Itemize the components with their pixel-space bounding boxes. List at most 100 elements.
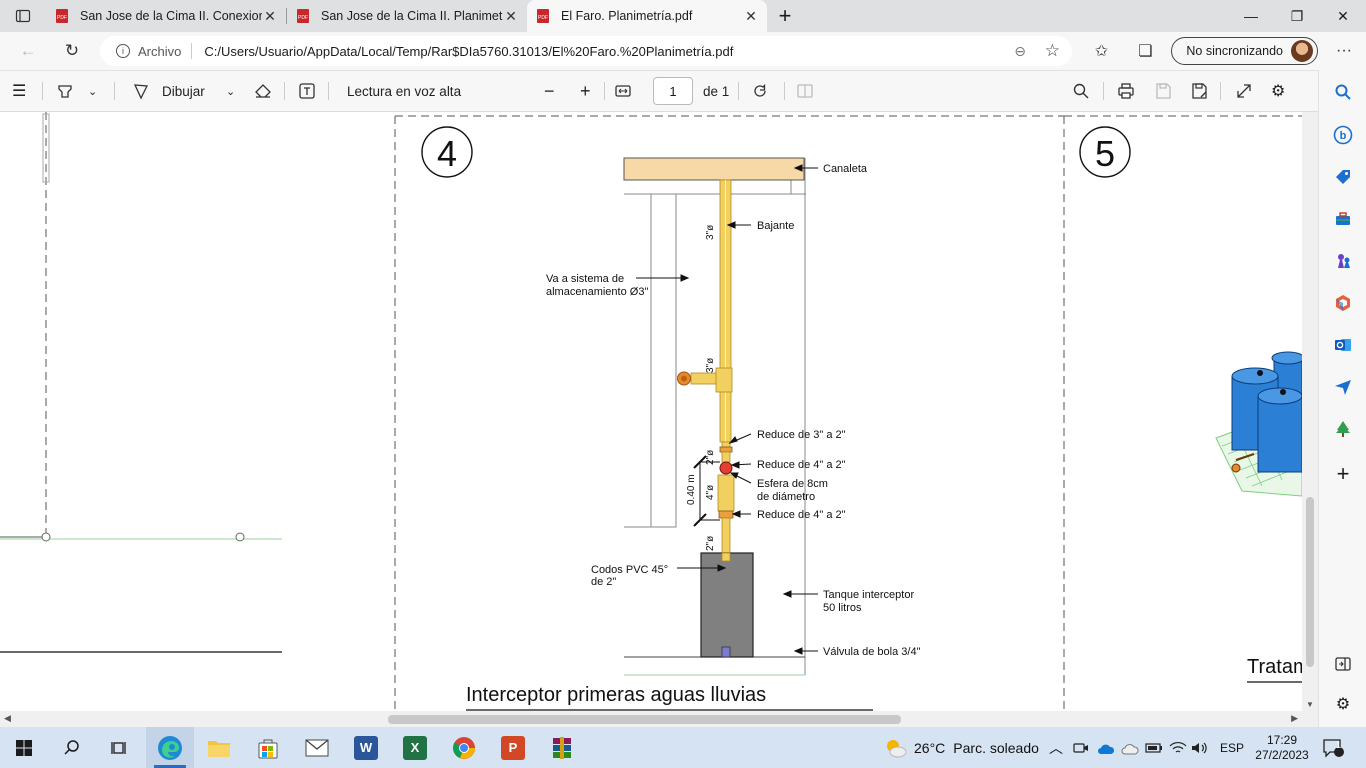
- taskbar-mail[interactable]: [293, 727, 341, 768]
- vertical-scroll-thumb[interactable]: [1306, 497, 1314, 667]
- collections-icon[interactable]: ❏: [1123, 32, 1167, 70]
- draw-options-button[interactable]: ⌄: [226, 71, 235, 111]
- notification-center-button[interactable]: 1: [1322, 727, 1344, 768]
- pdf-settings-button[interactable]: ⚙: [1271, 71, 1285, 111]
- tray-wifi[interactable]: [1169, 727, 1187, 768]
- weather-widget[interactable]: 26°C Parc. soleado: [884, 727, 1039, 768]
- scroll-down-icon[interactable]: ▼: [1306, 700, 1314, 709]
- tray-volume[interactable]: [1191, 727, 1209, 768]
- address-bar: ← ↻ i Archivo C:/Users/Usuario/AppData/L…: [0, 32, 1366, 70]
- vertical-scrollbar[interactable]: ▼: [1302, 112, 1318, 711]
- tray-battery[interactable]: [1145, 727, 1163, 768]
- add-text-button[interactable]: [298, 71, 316, 111]
- sidebar-tree-button[interactable]: [1331, 417, 1355, 441]
- pdf-document-view[interactable]: 4 5 Canaleta Bajante Va a sistema de alm…: [0, 112, 1302, 711]
- taskbar-search-button[interactable]: [48, 727, 96, 768]
- taskbar-edge[interactable]: [146, 727, 194, 768]
- fit-page-button[interactable]: [614, 71, 632, 111]
- tray-onedrive[interactable]: [1097, 727, 1115, 768]
- task-view-button[interactable]: [96, 727, 144, 768]
- taskbar-excel[interactable]: X: [391, 727, 439, 768]
- refresh-icon: ↻: [64, 41, 80, 60]
- sidebar-games-button[interactable]: [1331, 249, 1355, 273]
- sidebar-bing-button[interactable]: b: [1331, 123, 1355, 147]
- minimize-button[interactable]: —: [1228, 0, 1274, 32]
- taskbar-chrome[interactable]: [440, 727, 488, 768]
- page-number-input[interactable]: 1: [653, 77, 693, 105]
- back-button[interactable]: ←: [8, 32, 48, 70]
- profile-sync-button[interactable]: No sincronizando: [1171, 37, 1318, 65]
- add-favorite-icon[interactable]: ☆: [1045, 41, 1060, 61]
- start-button[interactable]: [0, 727, 48, 768]
- plus-icon: +: [580, 80, 591, 101]
- save-button[interactable]: [1154, 71, 1172, 111]
- sidebar-search-button[interactable]: [1331, 80, 1355, 104]
- sidebar-collapse-button[interactable]: [1331, 652, 1355, 676]
- restore-button[interactable]: ❐: [1274, 0, 1320, 32]
- horizontal-scroll-thumb[interactable]: [388, 715, 901, 724]
- favorites-icon[interactable]: ✩: [1079, 32, 1123, 70]
- zoom-out-icon[interactable]: ⊖: [1014, 43, 1026, 60]
- save-as-icon: [1192, 83, 1207, 99]
- toolbar-divider: [1103, 82, 1104, 100]
- canaleta-gutter: [623, 157, 805, 181]
- taskbar-store[interactable]: [244, 727, 292, 768]
- highlight-options-button[interactable]: ⌄: [88, 71, 97, 111]
- tray-language[interactable]: ESP: [1220, 727, 1244, 768]
- close-icon[interactable]: ✕: [262, 8, 278, 25]
- tab-title: San Jose de la Cima II. Conexiones: [80, 9, 262, 23]
- sidebar-send-button[interactable]: [1331, 375, 1355, 399]
- read-aloud-button[interactable]: Lectura en voz alta: [347, 71, 461, 111]
- url-field[interactable]: i Archivo C:/Users/Usuario/AppData/Local…: [100, 36, 1072, 66]
- label-bajante: Bajante: [757, 220, 794, 232]
- minimize-icon: —: [1244, 8, 1258, 24]
- two-page-view-button[interactable]: [796, 71, 814, 111]
- search-button[interactable]: [1072, 71, 1090, 111]
- toolbar-divider: [738, 82, 739, 100]
- taskbar-powerpoint[interactable]: P: [489, 727, 537, 768]
- zoom-out-button[interactable]: −: [544, 71, 555, 111]
- tab-conexiones[interactable]: PDF San Jose de la Cima II. Conexiones ✕: [46, 0, 286, 32]
- close-icon[interactable]: ✕: [503, 8, 519, 25]
- save-as-button[interactable]: [1190, 71, 1208, 111]
- info-icon[interactable]: i: [116, 44, 130, 58]
- sidebar-tools-button[interactable]: [1331, 207, 1355, 231]
- horizontal-scrollbar[interactable]: ◀ ▶: [0, 711, 1302, 727]
- pdf-file-icon: PDF: [537, 9, 549, 23]
- ball-valve: [721, 646, 731, 658]
- close-icon[interactable]: ✕: [743, 8, 759, 25]
- highlight-button[interactable]: [56, 71, 74, 111]
- more-options-icon[interactable]: ···: [1322, 32, 1366, 70]
- sidebar-add-button[interactable]: +: [1331, 461, 1355, 486]
- taskbar-file-explorer[interactable]: [195, 727, 243, 768]
- sidebar-settings-button[interactable]: ⚙: [1331, 692, 1355, 716]
- contents-button[interactable]: ☰: [12, 71, 26, 111]
- tray-meet-now[interactable]: [1073, 727, 1089, 768]
- refresh-button[interactable]: ↻: [52, 32, 92, 70]
- draw-button[interactable]: Dibujar: [132, 71, 205, 111]
- sidebar-outlook-button[interactable]: [1331, 333, 1355, 357]
- scroll-left-icon[interactable]: ◀: [4, 713, 11, 724]
- taskbar-word[interactable]: W: [342, 727, 390, 768]
- scroll-right-icon[interactable]: ▶: [1291, 713, 1298, 724]
- sidebar-shopping-button[interactable]: [1331, 165, 1355, 189]
- zoom-in-button[interactable]: +: [580, 71, 591, 111]
- show-hidden-icons-button[interactable]: ︿: [1049, 727, 1063, 768]
- close-window-button[interactable]: ✕: [1320, 0, 1366, 32]
- rotate-button[interactable]: [751, 71, 769, 111]
- new-tab-button[interactable]: +: [767, 0, 803, 32]
- print-button[interactable]: [1117, 71, 1135, 111]
- tab-el-faro[interactable]: PDF El Faro. Planimetría.pdf ✕: [527, 0, 767, 32]
- taskbar-winrar[interactable]: [538, 727, 586, 768]
- tab-actions-button[interactable]: [0, 0, 46, 32]
- tab-planimetria[interactable]: PDF San Jose de la Cima II. Planimetría …: [287, 0, 527, 32]
- tray-cloud[interactable]: [1121, 727, 1139, 768]
- pdf-toolbar: ☰ ⌄ Dibujar ⌄ Lectura en voz alta − + 1 …: [0, 70, 1318, 112]
- erase-button[interactable]: [254, 71, 272, 111]
- windows-taskbar: W X P 26°C Parc. soleado ︿ ESP 17:29 27/…: [0, 727, 1366, 768]
- sidebar-office-button[interactable]: [1331, 291, 1355, 315]
- tray-clock[interactable]: 17:29 27/2/2023: [1254, 727, 1310, 768]
- left-section: [0, 112, 282, 653]
- fullscreen-button[interactable]: [1235, 71, 1253, 111]
- edge-sidebar: b + ⚙: [1318, 70, 1366, 727]
